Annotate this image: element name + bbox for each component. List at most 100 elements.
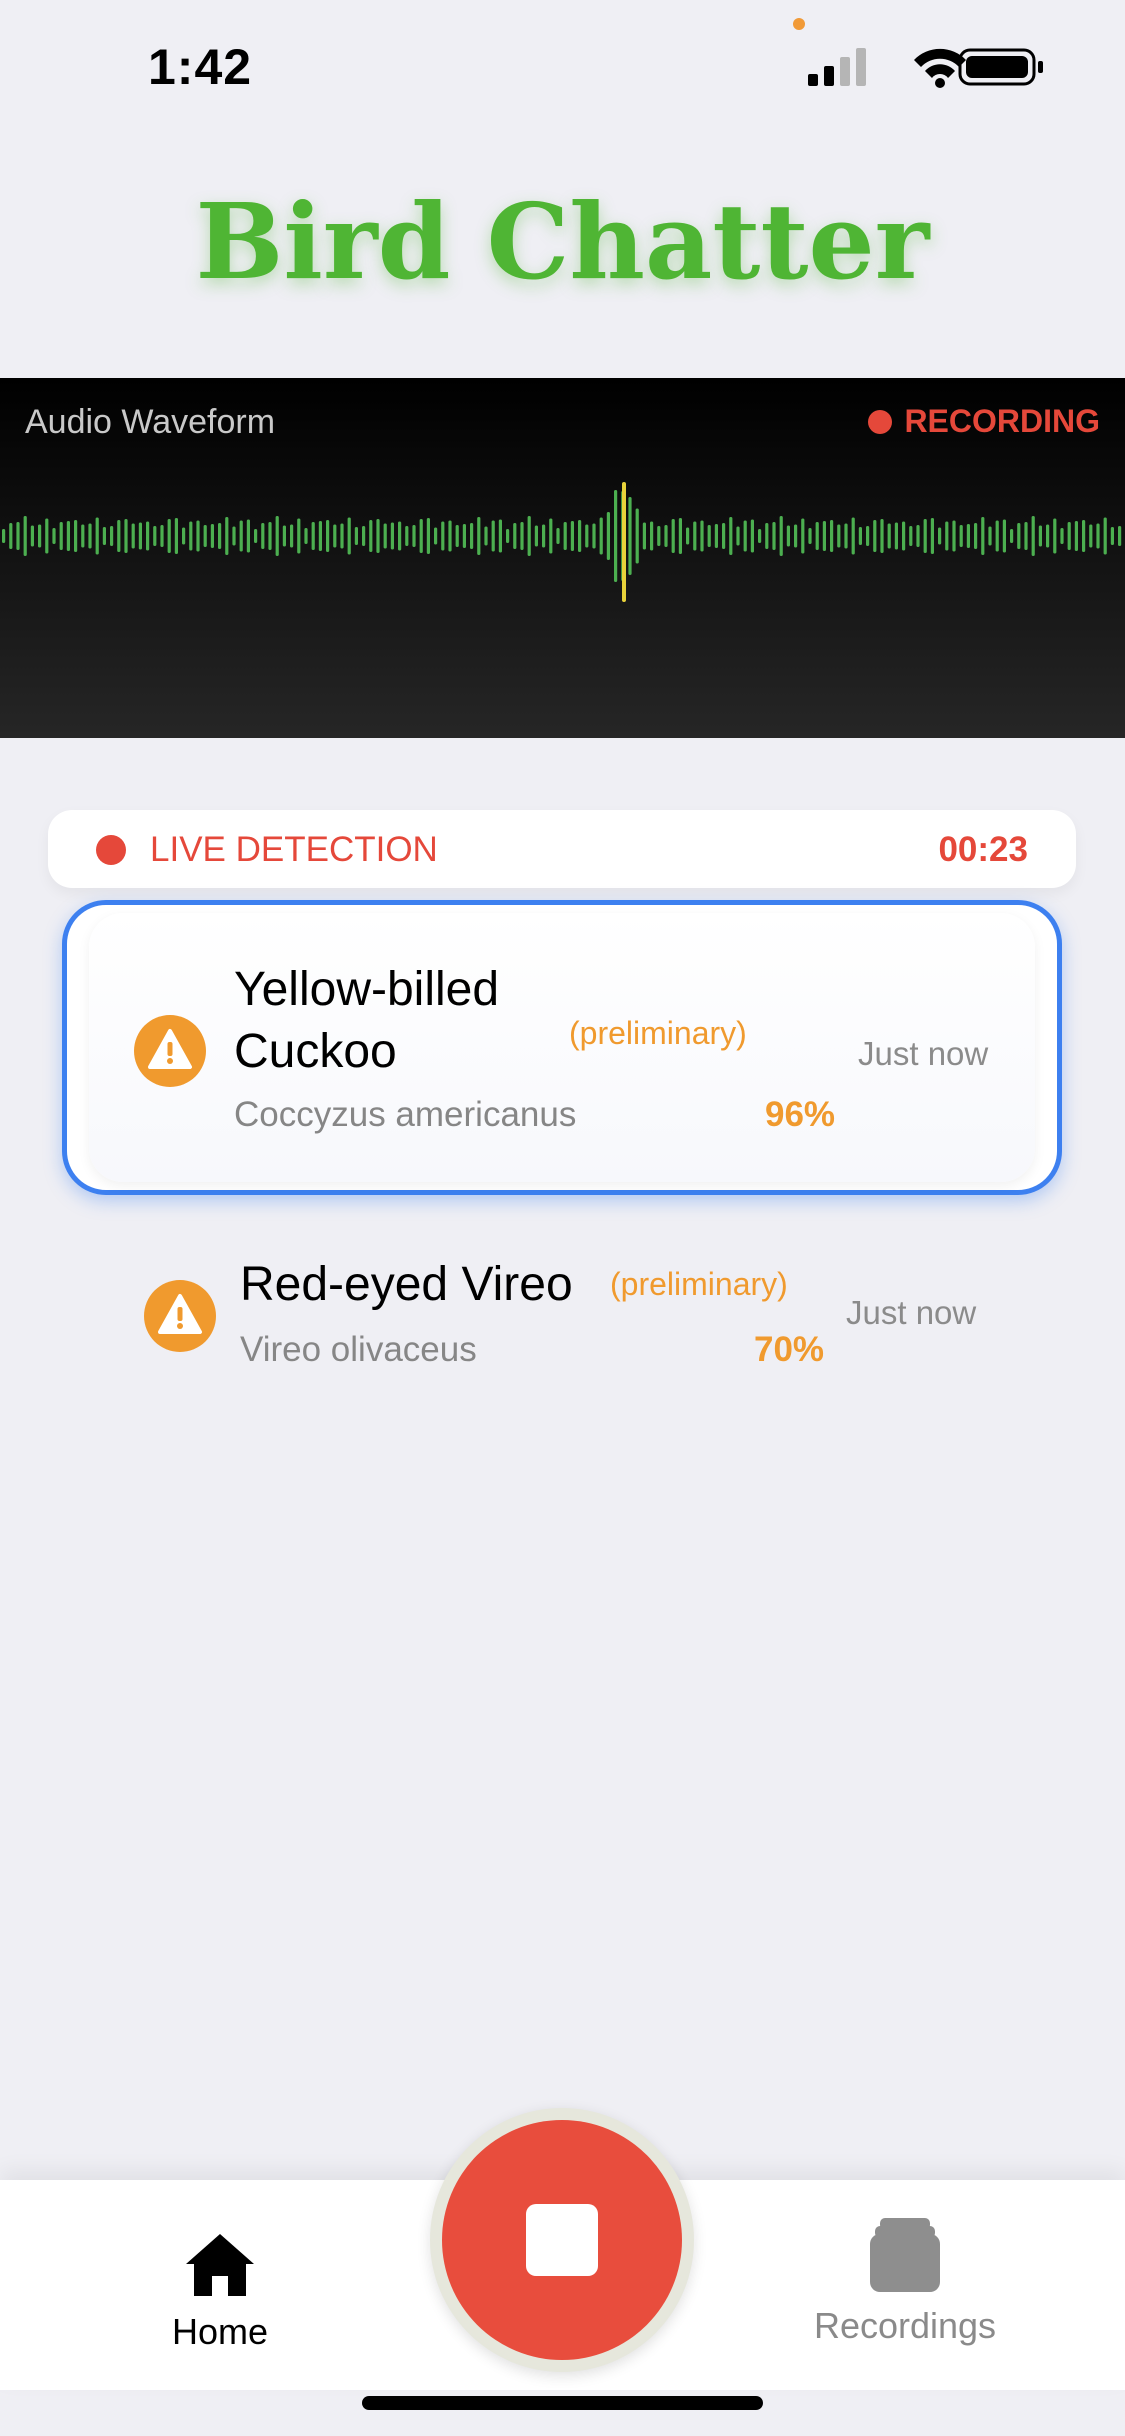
waveform-bar <box>232 526 236 546</box>
waveform-bar <box>1053 518 1057 554</box>
waveform-bar <box>398 521 402 551</box>
waveform-bar <box>174 518 178 554</box>
waveform-bar <box>225 517 229 555</box>
waveform-bar <box>261 523 265 549</box>
waveform-bar <box>592 523 596 549</box>
tab-recordings[interactable]: Recordings <box>810 2218 1000 2347</box>
detection-card-selected[interactable]: Yellow-billed Cuckoo (preliminary) Coccy… <box>62 900 1062 1195</box>
stop-icon <box>526 2204 598 2276</box>
waveform-bar <box>686 527 690 545</box>
waveform-bar <box>707 525 711 547</box>
waveform-bar <box>1074 521 1078 551</box>
waveform-bar <box>534 525 538 547</box>
waveform-bar <box>30 525 34 547</box>
recording-dot-icon <box>868 409 893 434</box>
waveform-bar <box>858 527 862 545</box>
waveform-bar <box>657 526 661 546</box>
waveform-bar <box>542 524 546 548</box>
waveform-bar <box>153 526 157 546</box>
waveform-bar <box>16 522 20 550</box>
waveform-bar <box>1118 526 1122 546</box>
audio-waveform <box>2 482 1122 602</box>
waveform-bar <box>765 523 769 549</box>
waveform-bar <box>239 520 243 552</box>
waveform-bar <box>102 527 106 545</box>
waveform-bar <box>1024 522 1028 550</box>
waveform-bar <box>837 524 841 548</box>
warning-icon <box>134 1015 206 1087</box>
waveform-bar <box>700 520 704 552</box>
detection-card[interactable]: Red-eyed Vireo (preliminary) Vireo oliva… <box>94 1210 1030 1420</box>
waveform-bar <box>945 521 949 551</box>
waveform-bar <box>218 523 222 549</box>
waveform-bar <box>124 519 128 553</box>
waveform-bar <box>974 523 978 549</box>
waveform-bar <box>1082 520 1086 552</box>
waveform-bar <box>470 523 474 549</box>
waveform-bar <box>131 523 135 549</box>
waveform-bar <box>2 529 6 543</box>
tab-home-label: Home <box>171 2311 269 2352</box>
waveform-bar <box>909 526 913 546</box>
home-icon <box>186 2234 254 2296</box>
confidence-score: 70% <box>754 1330 825 1369</box>
waveform-bar <box>23 516 27 556</box>
waveform-bar <box>434 527 438 545</box>
live-detection-label: LIVE DETECTION <box>150 830 438 869</box>
waveform-bar <box>333 524 337 548</box>
waveform-panel: Audio Waveform RECORDING <box>0 378 1125 738</box>
waveform-bar <box>736 526 740 546</box>
home-indicator <box>362 2396 763 2410</box>
waveform-bar <box>599 517 603 555</box>
waveform-bar <box>570 521 574 551</box>
waveform-bar <box>275 516 279 556</box>
waveform-bar <box>794 524 798 548</box>
waveform-bar <box>995 520 999 552</box>
tab-recordings-label: Recordings <box>813 2305 997 2346</box>
waveform-bar <box>786 525 790 547</box>
stop-recording-button[interactable] <box>442 2120 682 2360</box>
waveform-bar <box>326 520 330 552</box>
waveform-bar <box>196 520 200 552</box>
waveform-bar <box>376 519 380 553</box>
species-name: Red-eyed Vireo <box>240 1258 573 1311</box>
tab-home[interactable]: Home <box>160 2230 280 2353</box>
species-name-line2: Cuckoo <box>234 1025 397 1078</box>
waveform-bar <box>1060 528 1064 544</box>
preliminary-tag: (preliminary) <box>569 1015 747 1051</box>
waveform-bar <box>88 523 92 549</box>
waveform-bar <box>390 522 394 550</box>
waveform-bar <box>549 518 553 554</box>
waveform-bar <box>671 519 675 553</box>
waveform-bar <box>318 521 322 551</box>
recordings-icon <box>870 2218 940 2292</box>
app-title: Bird Chatter <box>195 180 930 303</box>
detection-time: Just now <box>858 1035 989 1072</box>
waveform-bar <box>513 523 517 549</box>
waveform-bar <box>52 528 56 544</box>
cellular-signal-icon <box>808 48 866 86</box>
waveform-bar <box>290 524 294 548</box>
waveform-bar <box>779 516 783 556</box>
waveform-bar <box>66 521 70 551</box>
waveform-bar <box>1038 525 1042 547</box>
waveform-bar <box>635 508 639 564</box>
waveform-bar <box>1089 524 1093 548</box>
waveform-bar <box>650 521 654 551</box>
waveform-bar <box>383 523 387 549</box>
waveform-bar <box>743 520 747 552</box>
wifi-icon <box>914 48 966 88</box>
waveform-bar <box>354 527 358 545</box>
waveform-bar <box>729 517 733 555</box>
waveform-bar <box>45 518 49 554</box>
privacy-indicator-dot <box>793 18 805 30</box>
waveform-bar <box>1110 527 1114 545</box>
waveform-bar <box>1002 519 1006 553</box>
waveform-bar <box>59 522 63 550</box>
warning-icon <box>144 1280 216 1352</box>
waveform-bar <box>1067 522 1071 550</box>
waveform-bar <box>815 522 819 550</box>
waveform-bar <box>981 517 985 555</box>
waveform-label: Audio Waveform <box>25 403 276 441</box>
waveform-bar <box>750 519 754 553</box>
